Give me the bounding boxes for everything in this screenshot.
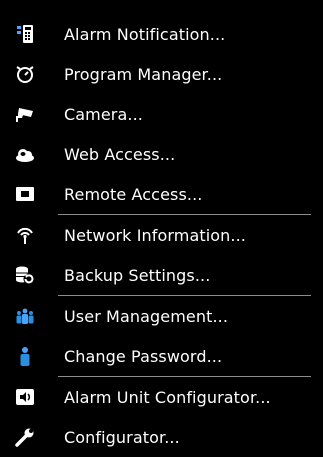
menu-item-alarm-notification[interactable]: Alarm Notification... bbox=[0, 14, 323, 54]
menu-item-web-access[interactable]: Web Access... bbox=[0, 134, 323, 174]
menu-item-change-password[interactable]: Change Password... bbox=[0, 336, 323, 376]
alarm-panel-icon bbox=[14, 23, 36, 45]
wifi-tower-icon bbox=[14, 224, 36, 246]
menu-item-label: Change Password... bbox=[64, 346, 223, 366]
menu-item-alarm-unit-configurator[interactable]: Alarm Unit Configurator... bbox=[0, 377, 323, 417]
stopwatch-icon bbox=[14, 63, 36, 85]
menu-item-backup-settings[interactable]: Backup Settings... bbox=[0, 255, 323, 295]
database-restore-icon bbox=[14, 264, 36, 286]
menu-item-label: Program Manager... bbox=[64, 64, 223, 84]
menu-item-label: Configurator... bbox=[64, 427, 180, 447]
menu-item-program-manager[interactable]: Program Manager... bbox=[0, 54, 323, 94]
menu-item-label: Remote Access... bbox=[64, 184, 203, 204]
menu-item-remote-access[interactable]: Remote Access... bbox=[0, 174, 323, 214]
cloud-icon bbox=[14, 143, 36, 165]
menu-item-label: Backup Settings... bbox=[64, 265, 211, 285]
menu-item-label: User Management... bbox=[64, 306, 229, 326]
users-icon bbox=[14, 305, 36, 327]
speaker-icon bbox=[14, 386, 36, 408]
user-icon bbox=[14, 345, 36, 367]
menu-item-label: Web Access... bbox=[64, 144, 176, 164]
wrench-icon bbox=[14, 426, 36, 448]
menu-item-network-information[interactable]: Network Information... bbox=[0, 215, 323, 255]
screen-icon bbox=[14, 183, 36, 205]
menu-item-user-management[interactable]: User Management... bbox=[0, 296, 323, 336]
camera-icon bbox=[14, 103, 36, 125]
menu-item-label: Alarm Notification... bbox=[64, 24, 226, 44]
menu-item-label: Network Information... bbox=[64, 225, 246, 245]
menu-item-label: Camera... bbox=[64, 104, 143, 124]
menu-item-configurator[interactable]: Configurator... bbox=[0, 417, 323, 457]
menu-item-label: Alarm Unit Configurator... bbox=[64, 387, 271, 407]
context-menu: Alarm Notification... Program Manager...… bbox=[0, 0, 323, 457]
menu-item-camera[interactable]: Camera... bbox=[0, 94, 323, 134]
